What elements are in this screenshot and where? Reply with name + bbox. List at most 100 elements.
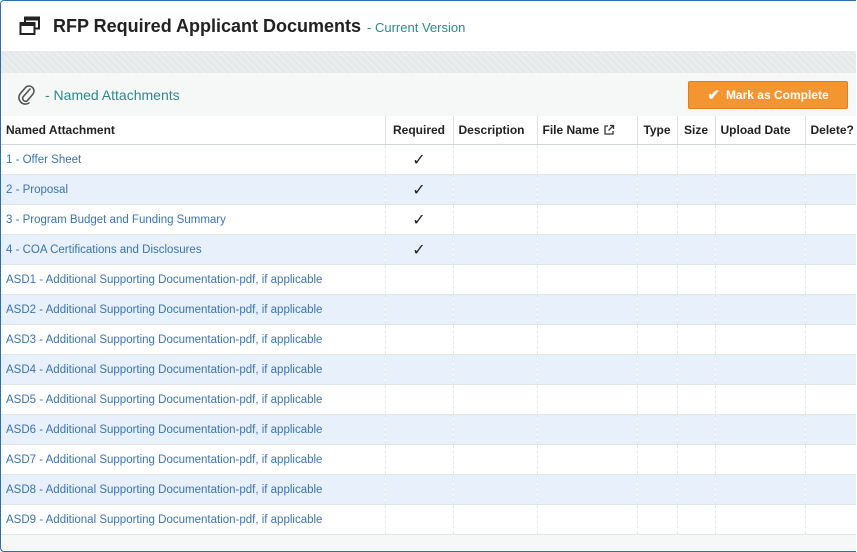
- size-cell: [677, 204, 716, 235]
- file-name-cell: [537, 264, 638, 295]
- required-check: [385, 384, 454, 415]
- type-cell: [637, 204, 678, 235]
- size-cell: [677, 234, 716, 265]
- file-name-cell: [537, 474, 638, 505]
- table-row: ASD2 - Additional Supporting Documentati…: [1, 294, 856, 325]
- col-delete[interactable]: Delete?: [805, 116, 856, 145]
- attachment-name-link[interactable]: ASD9 - Additional Supporting Documentati…: [1, 504, 386, 535]
- type-cell: [637, 474, 678, 505]
- table-row: 2 - Proposal ✓: [1, 174, 856, 205]
- mark-complete-label: Mark as Complete: [725, 88, 829, 102]
- description-cell: [453, 204, 538, 235]
- required-check: [385, 354, 454, 385]
- attachment-name-link[interactable]: 3 - Program Budget and Funding Summary: [1, 204, 386, 235]
- file-name-cell: [537, 444, 638, 475]
- file-name-cell: [537, 504, 638, 535]
- delete-cell: [805, 444, 856, 475]
- mark-complete-button[interactable]: ✔ Mark as Complete: [688, 81, 848, 109]
- file-name-cell: [537, 324, 638, 355]
- upload-date-cell: [715, 294, 806, 325]
- type-cell: [637, 444, 678, 475]
- size-cell: [677, 294, 716, 325]
- col-file-name[interactable]: File Name: [537, 116, 638, 145]
- delete-cell: [805, 354, 856, 385]
- type-cell: [637, 504, 678, 535]
- paperclip-icon: [18, 85, 35, 105]
- required-check: [385, 264, 454, 295]
- upload-date-cell: [715, 384, 806, 415]
- attachment-name-link[interactable]: 4 - COA Certifications and Disclosures: [1, 234, 386, 265]
- delete-cell: [805, 174, 856, 205]
- required-check: [385, 504, 454, 535]
- type-cell: [637, 144, 678, 175]
- attachment-name-link[interactable]: ASD6 - Additional Supporting Documentati…: [1, 414, 386, 445]
- type-cell: [637, 354, 678, 385]
- required-check: [385, 324, 454, 355]
- attachment-name-link[interactable]: ASD1 - Additional Supporting Documentati…: [1, 264, 386, 295]
- col-type[interactable]: Type: [637, 116, 678, 145]
- size-cell: [677, 474, 716, 505]
- file-name-cell: [537, 144, 638, 175]
- table-row: ASD6 - Additional Supporting Documentati…: [1, 414, 856, 445]
- attachment-name-link[interactable]: 1 - Offer Sheet: [1, 144, 386, 175]
- required-check: [385, 414, 454, 445]
- header-divider: [1, 51, 856, 73]
- attachment-name-link[interactable]: 2 - Proposal: [1, 174, 386, 205]
- description-cell: [453, 234, 538, 265]
- type-cell: [637, 324, 678, 355]
- table-row: 1 - Offer Sheet ✓: [1, 144, 856, 175]
- table-row: ASD4 - Additional Supporting Documentati…: [1, 354, 856, 385]
- attachment-name-link[interactable]: ASD5 - Additional Supporting Documentati…: [1, 384, 386, 415]
- type-cell: [637, 294, 678, 325]
- col-description[interactable]: Description: [453, 116, 538, 145]
- window-restore-icon: [19, 16, 40, 35]
- col-required[interactable]: Required: [385, 116, 454, 145]
- checkmark-icon: ✔: [707, 87, 720, 104]
- col-size[interactable]: Size: [677, 116, 716, 145]
- table-header-row: Named Attachment Required Description Fi…: [1, 116, 856, 145]
- delete-cell: [805, 294, 856, 325]
- type-cell: [637, 174, 678, 205]
- attachment-name-link[interactable]: ASD3 - Additional Supporting Documentati…: [1, 324, 386, 355]
- required-check: ✓: [385, 174, 454, 205]
- required-check: ✓: [385, 204, 454, 235]
- attachment-name-link[interactable]: ASD4 - Additional Supporting Documentati…: [1, 354, 386, 385]
- upload-date-cell: [715, 354, 806, 385]
- col-named-attachment[interactable]: Named Attachment: [1, 116, 386, 145]
- col-file-name-label: File Name: [542, 123, 600, 137]
- required-check: [385, 444, 454, 475]
- upload-date-cell: [715, 504, 806, 535]
- description-cell: [453, 294, 538, 325]
- file-name-cell: [537, 354, 638, 385]
- upload-date-cell: [715, 474, 806, 505]
- file-name-cell: [537, 384, 638, 415]
- table-row: 4 - COA Certifications and Disclosures ✓: [1, 234, 856, 265]
- upload-date-cell: [715, 144, 806, 175]
- upload-date-cell: [715, 444, 806, 475]
- size-cell: [677, 264, 716, 295]
- description-cell: [453, 504, 538, 535]
- attachment-name-link[interactable]: ASD8 - Additional Supporting Documentati…: [1, 474, 386, 505]
- file-name-cell: [537, 174, 638, 205]
- delete-cell: [805, 384, 856, 415]
- size-cell: [677, 354, 716, 385]
- external-link-icon[interactable]: [603, 124, 615, 136]
- description-cell: [453, 174, 538, 205]
- required-check: [385, 474, 454, 505]
- attachment-name-link[interactable]: ASD7 - Additional Supporting Documentati…: [1, 444, 386, 475]
- col-upload-date[interactable]: Upload Date: [715, 116, 806, 145]
- attachment-name-link[interactable]: ASD2 - Additional Supporting Documentati…: [1, 294, 386, 325]
- attachments-bar: - Named Attachments ✔ Mark as Complete: [1, 73, 856, 116]
- file-name-cell: [537, 294, 638, 325]
- documents-panel: RFP Required Applicant Documents - Curre…: [0, 0, 856, 552]
- description-cell: [453, 474, 538, 505]
- delete-cell: [805, 234, 856, 265]
- upload-date-cell: [715, 204, 806, 235]
- table-row: ASD1 - Additional Supporting Documentati…: [1, 264, 856, 295]
- description-cell: [453, 264, 538, 295]
- delete-cell: [805, 324, 856, 355]
- table-row: ASD5 - Additional Supporting Documentati…: [1, 384, 856, 415]
- delete-cell: [805, 504, 856, 535]
- delete-cell: [805, 144, 856, 175]
- type-cell: [637, 384, 678, 415]
